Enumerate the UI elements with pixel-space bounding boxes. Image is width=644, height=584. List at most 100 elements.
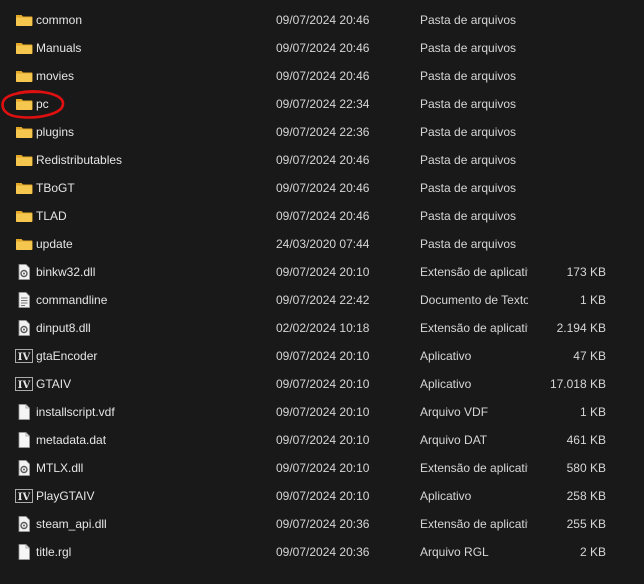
file-name: metadata.dat: [36, 433, 107, 447]
file-row-manuals[interactable]: Manuals 09/07/2024 20:46 Pasta de arquiv…: [0, 34, 644, 62]
file-name: MTLX.dll: [36, 461, 84, 475]
file-row-gtaiv[interactable]: IV GTAIV 09/07/2024 20:10 Aplicativo 17.…: [0, 370, 644, 398]
svg-text:IV: IV: [18, 352, 31, 363]
file-type: Arquivo RGL: [420, 545, 489, 559]
file-row-title-rgl[interactable]: title.rgl 09/07/2024 20:36 Arquivo RGL 2…: [0, 538, 644, 566]
file-row-pc[interactable]: pc 09/07/2024 22:34 Pasta de arquivos: [0, 90, 644, 118]
file-name: update: [36, 237, 73, 251]
dll-file-icon: [15, 264, 33, 280]
file-name: dinput8.dll: [36, 321, 91, 335]
file-modified: 09/07/2024 22:36: [276, 125, 370, 139]
file-name: binkw32.dll: [36, 265, 96, 279]
file-size: 2 KB: [579, 545, 606, 559]
file-type: Aplicativo: [420, 377, 472, 391]
file-row-playgtaiv[interactable]: IV PlayGTAIV 09/07/2024 20:10 Aplicativo…: [0, 482, 644, 510]
folder-icon: [15, 236, 33, 252]
file-size: 1 KB: [579, 405, 606, 419]
folder-icon: [15, 12, 33, 28]
file-modified: 09/07/2024 22:34: [276, 97, 370, 111]
file-type: Pasta de arquivos: [420, 153, 517, 167]
file-type: Documento de Texto: [420, 293, 528, 307]
file-modified: 09/07/2024 20:10: [276, 349, 370, 363]
file-row-mtlx-dll[interactable]: MTLX.dll 09/07/2024 20:10 Extensão de ap…: [0, 454, 644, 482]
file-modified: 09/07/2024 20:46: [276, 209, 370, 223]
file-name: common: [36, 13, 83, 27]
file-name: movies: [36, 69, 75, 83]
file-type: Pasta de arquivos: [420, 209, 517, 223]
file-row-gtaencoder[interactable]: IV gtaEncoder 09/07/2024 20:10 Aplicativ…: [0, 342, 644, 370]
folder-icon: [15, 124, 33, 140]
blank-file-icon: [15, 544, 33, 560]
file-modified: 09/07/2024 20:10: [276, 377, 370, 391]
file-row-plugins[interactable]: plugins 09/07/2024 22:36 Pasta de arquiv…: [0, 118, 644, 146]
file-modified: 09/07/2024 20:10: [276, 405, 370, 419]
file-row-dinput8-dll[interactable]: dinput8.dll 02/02/2024 10:18 Extensão de…: [0, 314, 644, 342]
file-type: Arquivo DAT: [420, 433, 488, 447]
file-row-metadata-dat[interactable]: metadata.dat 09/07/2024 20:10 Arquivo DA…: [0, 426, 644, 454]
file-modified: 09/07/2024 20:46: [276, 69, 370, 83]
file-type: Aplicativo: [420, 489, 472, 503]
file-modified: 09/07/2024 20:46: [276, 181, 370, 195]
file-size: 17.018 KB: [549, 377, 606, 391]
gta-app-icon: IV: [15, 348, 33, 364]
file-type: Pasta de arquivos: [420, 69, 517, 83]
gta-app-icon: IV: [15, 376, 33, 392]
file-modified: 09/07/2024 20:46: [276, 153, 370, 167]
file-type: Arquivo VDF: [420, 405, 489, 419]
file-name: Manuals: [36, 41, 82, 55]
folder-icon: [15, 152, 33, 168]
file-name: steam_api.dll: [36, 517, 107, 531]
file-name: plugins: [36, 125, 75, 139]
file-size: 173 KB: [566, 265, 606, 279]
blank-file-icon: [15, 432, 33, 448]
file-type: Pasta de arquivos: [420, 237, 517, 251]
gta-app-icon: IV: [15, 488, 33, 504]
file-name: commandline: [36, 293, 108, 307]
file-name: TLAD: [36, 209, 67, 223]
file-row-movies[interactable]: movies 09/07/2024 20:46 Pasta de arquivo…: [0, 62, 644, 90]
file-row-tlad[interactable]: TLAD 09/07/2024 20:46 Pasta de arquivos: [0, 202, 644, 230]
folder-icon: [15, 208, 33, 224]
file-row-binkw32-dll[interactable]: binkw32.dll 09/07/2024 20:10 Extensão de…: [0, 258, 644, 286]
file-name: title.rgl: [36, 545, 72, 559]
file-row-update[interactable]: update 24/03/2020 07:44 Pasta de arquivo…: [0, 230, 644, 258]
file-row-steam-api-dll[interactable]: steam_api.dll 09/07/2024 20:36 Extensão …: [0, 510, 644, 538]
file-type: Pasta de arquivos: [420, 13, 517, 27]
file-type: Pasta de arquivos: [420, 125, 517, 139]
file-modified: 09/07/2024 20:10: [276, 265, 370, 279]
dll-file-icon: [15, 516, 33, 532]
file-type: Pasta de arquivos: [420, 97, 517, 111]
file-row-redistributables[interactable]: Redistributables 09/07/2024 20:46 Pasta …: [0, 146, 644, 174]
file-size: 2.194 KB: [556, 321, 606, 335]
file-row-installscript-vdf[interactable]: installscript.vdf 09/07/2024 20:10 Arqui…: [0, 398, 644, 426]
file-type: Extensão de aplicativo: [420, 517, 528, 531]
file-row-common[interactable]: common 09/07/2024 20:46 Pasta de arquivo…: [0, 6, 644, 34]
svg-text:IV: IV: [18, 492, 31, 503]
file-modified: 09/07/2024 20:46: [276, 13, 370, 27]
file-name: PlayGTAIV: [36, 489, 95, 503]
file-modified: 09/07/2024 20:10: [276, 433, 370, 447]
file-row-tbogt[interactable]: TBoGT 09/07/2024 20:46 Pasta de arquivos: [0, 174, 644, 202]
file-row-commandline[interactable]: commandline 09/07/2024 22:42 Documento d…: [0, 286, 644, 314]
file-size: 461 KB: [566, 433, 606, 447]
file-modified: 24/03/2020 07:44: [276, 237, 370, 251]
folder-icon: [15, 40, 33, 56]
file-modified: 09/07/2024 20:36: [276, 545, 370, 559]
folder-icon: [15, 96, 33, 112]
file-size: 258 KB: [566, 489, 606, 503]
file-modified: 09/07/2024 20:46: [276, 41, 370, 55]
file-type: Extensão de aplicativo: [420, 321, 528, 335]
dll-file-icon: [15, 320, 33, 336]
file-name: Redistributables: [36, 153, 123, 167]
folder-icon: [15, 68, 33, 84]
file-type: Pasta de arquivos: [420, 41, 517, 55]
file-modified: 09/07/2024 20:10: [276, 489, 370, 503]
folder-icon: [15, 180, 33, 196]
file-size: 1 KB: [579, 293, 606, 307]
file-size: 255 KB: [566, 517, 606, 531]
file-name: installscript.vdf: [36, 405, 115, 419]
svg-text:IV: IV: [18, 380, 31, 391]
file-name: TBoGT: [36, 181, 75, 195]
file-name: gtaEncoder: [36, 349, 98, 363]
file-modified: 09/07/2024 20:36: [276, 517, 370, 531]
